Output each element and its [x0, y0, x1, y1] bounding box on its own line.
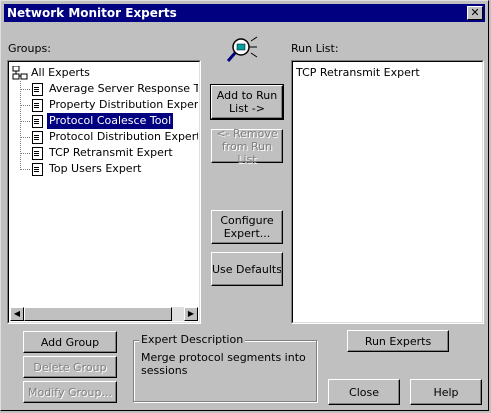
help-label: Help: [433, 385, 459, 399]
tree-item-label: TCP Retransmit Expert: [49, 146, 173, 159]
remove-from-run-list-label: <- Remove from Run List: [216, 126, 278, 166]
expert-magnifier-icon: [226, 36, 258, 62]
scroll-right-button[interactable]: ▶: [184, 307, 198, 321]
document-icon: [32, 131, 43, 144]
document-icon: [32, 115, 43, 128]
run-list-box[interactable]: TCP Retransmit Expert: [291, 60, 484, 324]
configure-expert-label: Configure Expert...: [220, 214, 274, 240]
modify-group-label: Modify Group...: [28, 385, 112, 399]
run-list-label: Run List:: [291, 42, 339, 55]
document-icon: [32, 147, 43, 160]
tree-item-label-selected: Protocol Coalesce Tool: [45, 112, 175, 130]
help-button[interactable]: Help: [410, 379, 482, 405]
tree-item-label: Average Server Response Time: [49, 82, 198, 95]
document-icon: [32, 99, 43, 112]
tree-item-label: Top Users Expert: [49, 162, 142, 175]
document-icon: [32, 83, 43, 96]
add-to-run-list-label: Add to Run List ->: [216, 89, 278, 115]
configure-expert-button[interactable]: Configure Expert...: [211, 210, 283, 244]
remove-from-run-list-button[interactable]: <- Remove from Run List: [211, 126, 283, 166]
modify-group-button[interactable]: Modify Group...: [23, 381, 117, 403]
groups-label: Groups:: [8, 42, 51, 55]
title-bar: Network Monitor Experts ✕: [4, 4, 485, 22]
window-title: Network Monitor Experts: [7, 6, 177, 20]
tree-item-label: Property Distribution Expert: [49, 98, 198, 111]
add-group-label: Add Group: [40, 335, 100, 349]
close-icon: ✕: [470, 6, 480, 19]
delete-group-button[interactable]: Delete Group: [23, 356, 117, 378]
tree-item-label: Protocol Distribution Expert: [49, 130, 198, 143]
use-defaults-button[interactable]: Use Defaults: [211, 252, 283, 286]
scroll-thumb[interactable]: [24, 307, 172, 321]
groups-tree-view[interactable]: All Experts Average Server Response Time…: [7, 60, 201, 324]
document-icon: [32, 163, 43, 176]
close-label: Close: [349, 385, 379, 399]
run-experts-button[interactable]: Run Experts: [347, 330, 449, 352]
tree-item-label: All Experts: [31, 66, 90, 79]
network-group-icon: [12, 66, 28, 80]
scroll-left-button[interactable]: ◀: [10, 307, 24, 321]
delete-group-label: Delete Group: [33, 360, 107, 374]
expert-description-label: Expert Description: [139, 333, 246, 346]
close-button[interactable]: Close: [328, 379, 400, 405]
use-defaults-label: Use Defaults: [212, 262, 282, 276]
arrow-right-icon: ▶: [187, 309, 195, 318]
close-window-button[interactable]: ✕: [467, 6, 483, 20]
add-group-button[interactable]: Add Group: [23, 331, 117, 353]
horizontal-scrollbar[interactable]: ◀ ▶: [10, 307, 198, 321]
arrow-left-icon: ◀: [13, 309, 21, 318]
expert-description-text: Merge protocol segments into sessions: [141, 351, 306, 377]
run-list-item[interactable]: TCP Retransmit Expert: [296, 65, 420, 81]
run-list-item-label: TCP Retransmit Expert: [296, 66, 420, 79]
run-experts-label: Run Experts: [364, 334, 432, 348]
network-monitor-experts-dialog: Network Monitor Experts ✕ Groups: All Ex…: [0, 0, 489, 411]
add-to-run-list-button[interactable]: Add to Run List ->: [210, 84, 284, 120]
groups-tree: All Experts Average Server Response Time…: [10, 63, 198, 307]
